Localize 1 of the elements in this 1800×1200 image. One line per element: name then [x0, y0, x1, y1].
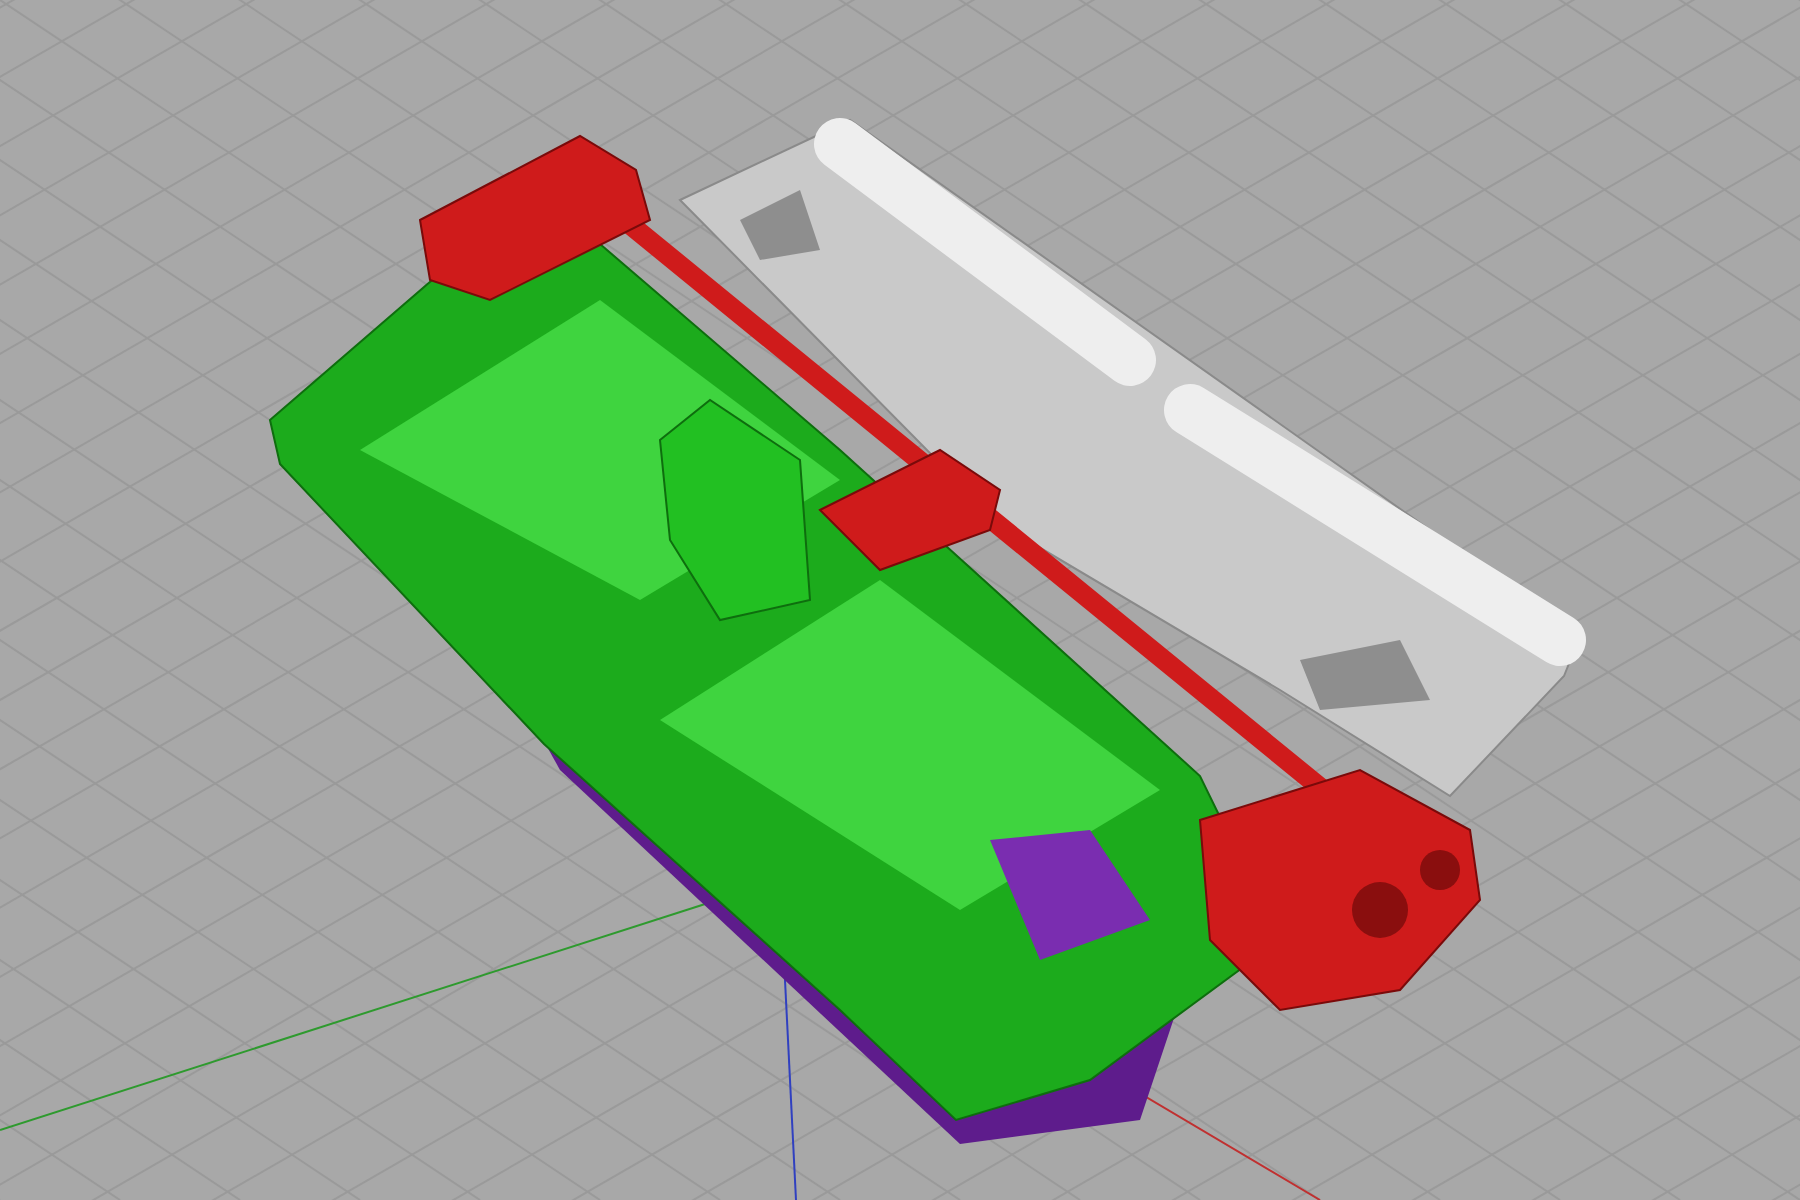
viewport[interactable]	[0, 0, 1800, 1200]
